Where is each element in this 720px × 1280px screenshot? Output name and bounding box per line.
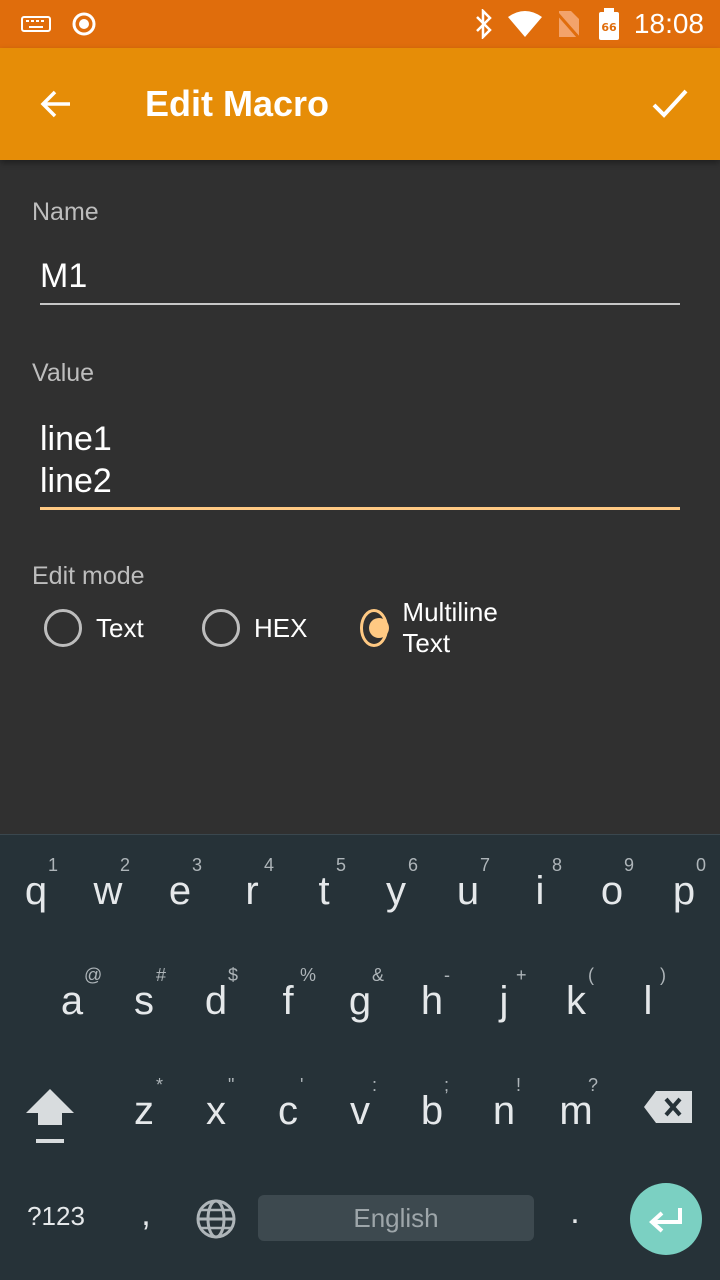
shift-icon (26, 1089, 74, 1143)
key-label: z (134, 1089, 154, 1133)
key-label: y (386, 869, 406, 913)
key-label: h (420, 979, 444, 1023)
key-g[interactable]: & g (324, 965, 396, 1045)
key-label: b (420, 1089, 444, 1133)
key-label: j (499, 979, 509, 1023)
key-label: w (93, 869, 123, 913)
backspace-key[interactable] (640, 1089, 696, 1129)
key-s[interactable]: # s (108, 965, 180, 1045)
key-y[interactable]: 6y (360, 855, 432, 935)
battery-level-text: 66 (601, 21, 617, 34)
enter-icon (649, 1208, 682, 1233)
key-o[interactable]: 9o (576, 855, 648, 935)
key-label: v (350, 1089, 370, 1133)
key-label: d (204, 979, 228, 1023)
shift-key[interactable] (18, 1083, 82, 1153)
key-i[interactable]: 8i (504, 855, 576, 935)
key-x[interactable]: " x (180, 1075, 252, 1155)
name-input[interactable]: M1 (40, 255, 680, 305)
record-icon (70, 0, 98, 48)
key-label: t (318, 869, 330, 913)
key-e[interactable]: 3e (144, 855, 216, 935)
radio-unchecked-icon (202, 609, 240, 647)
globe-icon (196, 1199, 236, 1239)
key-r[interactable]: 4r (216, 855, 288, 935)
language-key[interactable] (193, 1197, 239, 1243)
key-d[interactable]: $ d (180, 965, 252, 1045)
key-label: s (134, 979, 154, 1023)
key-label: i (535, 869, 545, 913)
app-bar: Edit Macro (0, 48, 720, 160)
comma-key[interactable]: , (128, 1195, 164, 1245)
value-label: Value (32, 359, 95, 387)
key-label: l (643, 979, 653, 1023)
key-label: a (60, 979, 84, 1023)
key-l[interactable]: ) l (612, 965, 684, 1045)
radio-hex-label: HEX (254, 612, 308, 643)
key-label: n (492, 1089, 516, 1133)
key-label: e (168, 869, 192, 913)
radio-hex[interactable]: HEX (202, 606, 307, 650)
radio-text-label: Text (96, 612, 144, 643)
period-key[interactable]: . (560, 1193, 590, 1243)
key-label: q (24, 869, 48, 913)
bluetooth-icon (472, 0, 496, 48)
symbols-key[interactable]: ?123 (14, 1201, 98, 1241)
key-w[interactable]: 2w (72, 855, 144, 935)
key-label: c (278, 1089, 298, 1133)
battery-icon: 66 (596, 0, 622, 48)
comma-key-label: , (141, 1195, 151, 1233)
key-f[interactable]: % f (252, 965, 324, 1045)
status-time: 18:08 (633, 8, 704, 39)
key-label: x (206, 1089, 226, 1133)
key-n[interactable]: ! n (468, 1075, 540, 1155)
key-h[interactable]: -h (396, 965, 468, 1045)
edit-mode-label: Edit mode (32, 562, 145, 590)
radio-unchecked-icon (44, 609, 82, 647)
key-t[interactable]: 5t (288, 855, 360, 935)
keyboard-icon (20, 0, 52, 48)
key-label: r (245, 869, 259, 913)
enter-key[interactable] (630, 1183, 702, 1255)
key-z[interactable]: * z (108, 1075, 180, 1155)
radio-checked-icon (360, 609, 390, 647)
key-u[interactable]: 7u (432, 855, 504, 935)
radio-multiline-text-label: Multiline Text (402, 597, 498, 658)
key-v[interactable]: :v (324, 1075, 396, 1155)
name-label: Name (32, 198, 99, 226)
key-label: p (672, 869, 696, 913)
key-k[interactable]: (k (540, 965, 612, 1045)
key-label: g (348, 979, 372, 1023)
backspace-icon (644, 1091, 692, 1123)
soft-keyboard: 1 q 2 w 3 e 4 r 5 t 6 y 7 u 8 i 9 o 0 p @ a # s $ d% f & g - h + j(k) l * z… (0, 834, 720, 1280)
symbols-key-label: ?123 (27, 1201, 85, 1231)
key-label: u (456, 869, 480, 913)
key-label: k (566, 979, 586, 1023)
page-title: Edit Macro (145, 83, 330, 124)
radio-multiline-text[interactable]: Multiline Text (360, 597, 507, 658)
key-label: f (282, 979, 294, 1023)
value-input[interactable]: line1 line2 (40, 418, 680, 510)
space-key[interactable]: English (258, 1195, 534, 1241)
key-c[interactable]: ' c (252, 1075, 324, 1155)
key-m[interactable]: ? m (540, 1075, 612, 1155)
key-a[interactable]: @ a (36, 965, 108, 1045)
wifi-icon (506, 0, 544, 48)
radio-text[interactable]: Text (44, 606, 144, 650)
period-key-label: . (570, 1193, 580, 1231)
key-b[interactable]: ; b (396, 1075, 468, 1155)
no-sim-icon (554, 0, 582, 48)
key-label: m (559, 1089, 593, 1133)
key-p[interactable]: 0p (648, 855, 720, 935)
arrow-back-icon[interactable] (24, 76, 88, 132)
key-q[interactable]: 1q (0, 855, 72, 935)
status-bar: 66 18:08 (0, 0, 720, 48)
key-label: o (600, 869, 624, 913)
check-icon[interactable] (638, 76, 702, 132)
key-j[interactable]: + j (468, 965, 540, 1045)
